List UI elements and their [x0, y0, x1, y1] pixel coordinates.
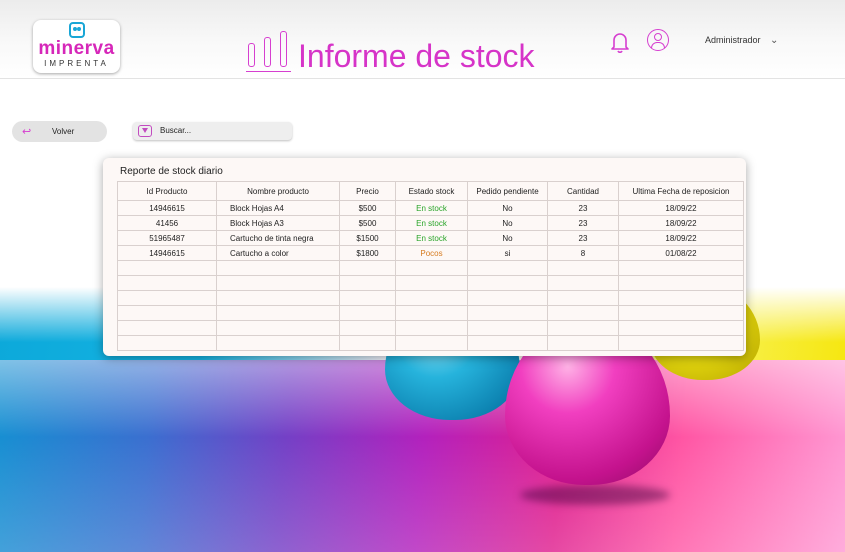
- empty-row: [117, 335, 744, 351]
- report-heading: Reporte de stock diario: [120, 166, 223, 177]
- cell-price: $500: [339, 215, 396, 231]
- table-row[interactable]: 14946615 Block Hojas A4 $500 En stock No…: [117, 200, 744, 216]
- table-row[interactable]: 41456 Block Hojas A3 $500 En stock No 23…: [117, 215, 744, 231]
- empty-row: [117, 275, 744, 291]
- bar-chart-icon: [246, 30, 291, 72]
- back-arrow-icon: ↩: [22, 126, 32, 138]
- stock-report-card: Reporte de stock diario Id Producto Nomb…: [103, 158, 746, 356]
- back-button[interactable]: ↩ Volver: [12, 121, 107, 142]
- cell-quantity: 23: [547, 200, 619, 216]
- owl-logo-icon: [69, 22, 85, 38]
- empty-row: [117, 290, 744, 306]
- cell-id: 14946615: [117, 245, 217, 261]
- table-row[interactable]: 14946615 Cartucho a color $1800 Pocos si…: [117, 245, 744, 261]
- cell-pending: No: [467, 215, 548, 231]
- cell-pending: No: [467, 230, 548, 246]
- col-header-id[interactable]: Id Producto: [117, 181, 217, 201]
- table-header-row: Id Producto Nombre producto Precio Estad…: [117, 181, 744, 201]
- empty-row: [117, 305, 744, 321]
- col-header-quantity[interactable]: Cantidad: [547, 181, 619, 201]
- user-name[interactable]: Administrador: [705, 35, 761, 45]
- empty-row: [117, 260, 744, 276]
- cell-quantity: 23: [547, 230, 619, 246]
- minerva-logo[interactable]: minerva IMPRENTA: [33, 20, 120, 73]
- top-bar: minerva IMPRENTA Informe de stock Admini…: [0, 0, 845, 79]
- cell-date: 18/09/22: [618, 200, 744, 216]
- search-box[interactable]: [133, 122, 292, 140]
- cell-id: 41456: [117, 215, 217, 231]
- col-header-name[interactable]: Nombre producto: [216, 181, 340, 201]
- table-row[interactable]: 51965487 Cartucho de tinta negra $1500 E…: [117, 230, 744, 246]
- search-input[interactable]: [160, 124, 285, 137]
- cell-status: En stock: [395, 200, 468, 216]
- cell-name: Cartucho de tinta negra: [216, 230, 340, 246]
- cell-price: $500: [339, 200, 396, 216]
- cell-pending: No: [467, 200, 548, 216]
- cell-pending: si: [467, 245, 548, 261]
- cell-quantity: 8: [547, 245, 619, 261]
- back-button-label: Volver: [52, 127, 75, 136]
- page-title: Informe de stock: [298, 38, 535, 74]
- cell-status: En stock: [395, 215, 468, 231]
- logo-sub-text: IMPRENTA: [44, 59, 109, 68]
- cell-name: Block Hojas A3: [216, 215, 340, 231]
- cell-price: $1500: [339, 230, 396, 246]
- cell-name: Cartucho a color: [216, 245, 340, 261]
- cell-price: $1800: [339, 245, 396, 261]
- cell-id: 51965487: [117, 230, 217, 246]
- chevron-down-icon[interactable]: ⌄: [770, 35, 778, 46]
- col-header-pending[interactable]: Pedido pendiente: [467, 181, 548, 201]
- empty-row: [117, 320, 744, 336]
- cell-date: 01/08/22: [618, 245, 744, 261]
- cell-id: 14946615: [117, 200, 217, 216]
- egg-shadow: [520, 485, 670, 505]
- cell-status: En stock: [395, 230, 468, 246]
- cell-date: 18/09/22: [618, 215, 744, 231]
- cell-date: 18/09/22: [618, 230, 744, 246]
- bell-icon[interactable]: [610, 31, 630, 53]
- col-header-price[interactable]: Precio: [339, 181, 396, 201]
- user-icon[interactable]: [647, 29, 669, 51]
- logo-brand-text: minerva: [38, 38, 115, 59]
- filter-icon[interactable]: [138, 125, 152, 137]
- col-header-status[interactable]: Estado stock: [395, 181, 468, 201]
- stock-table: Id Producto Nombre producto Precio Estad…: [117, 181, 744, 351]
- cell-quantity: 23: [547, 215, 619, 231]
- col-header-last-restock[interactable]: Ultima Fecha de reposicion: [618, 181, 744, 201]
- cell-status: Pocos: [395, 245, 468, 261]
- cell-name: Block Hojas A4: [216, 200, 340, 216]
